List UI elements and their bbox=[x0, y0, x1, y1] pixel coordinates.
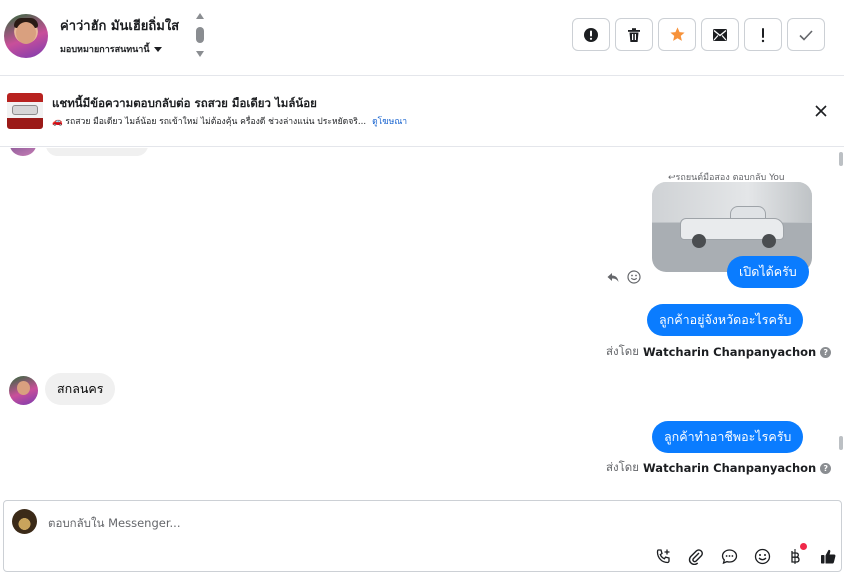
ad-description: 🚗 รถสวย มือเดียว ไมล์น้อย รถเข้าใหม่ ไม่… bbox=[52, 117, 367, 127]
help-icon[interactable]: ? bbox=[820, 462, 832, 474]
sent-by-line: ส่งโดย Watcharin Chanpanyachon ? bbox=[606, 343, 832, 361]
saved-replies-button[interactable] bbox=[718, 545, 740, 567]
smiley-icon[interactable] bbox=[627, 270, 641, 284]
like-button[interactable] bbox=[817, 545, 839, 567]
notification-dot bbox=[800, 543, 807, 550]
assign-conversation-dropdown[interactable]: มอบหมายการสนทนานี้ bbox=[60, 42, 162, 56]
contact-avatar[interactable] bbox=[9, 376, 38, 405]
sender-name: Watcharin Chanpanyachon bbox=[643, 345, 817, 359]
spam-button[interactable] bbox=[572, 18, 610, 51]
scroll-thumb[interactable] bbox=[196, 27, 204, 43]
trash-icon bbox=[628, 27, 640, 42]
outgoing-message[interactable]: ลูกค้าอยู่จังหวัดอะไรครับ bbox=[647, 304, 804, 336]
arrow-up-icon[interactable] bbox=[196, 13, 204, 19]
delete-button[interactable] bbox=[615, 18, 653, 51]
follow-up-button[interactable] bbox=[744, 18, 782, 51]
ad-thumbnail[interactable] bbox=[7, 93, 43, 129]
alert-circle-icon bbox=[584, 27, 598, 42]
help-icon[interactable]: ? bbox=[820, 346, 832, 358]
attach-button[interactable] bbox=[685, 545, 707, 567]
contact-name[interactable]: ค่าว่าฮัก มันเฮียถิ่มใส bbox=[60, 15, 179, 36]
phone-plus-icon bbox=[656, 548, 670, 563]
thumbs-up-icon bbox=[820, 549, 835, 563]
ad-description-row: 🚗 รถสวย มือเดียว ไมล์น้อย รถเข้าใหม่ ไม่… bbox=[52, 114, 407, 128]
smiley-icon bbox=[754, 548, 770, 564]
call-button[interactable] bbox=[652, 545, 674, 567]
emoji-button[interactable] bbox=[751, 545, 773, 567]
mark-done-button[interactable] bbox=[787, 18, 825, 51]
baht-icon bbox=[791, 548, 800, 564]
envelope-icon bbox=[713, 28, 727, 41]
view-ad-link[interactable]: ดูโฆษณา bbox=[372, 114, 407, 128]
incoming-message[interactable]: สกลนคร bbox=[45, 373, 116, 405]
sent-by-line: ส่งโดย Watcharin Chanpanyachon ? bbox=[606, 459, 832, 477]
contact-avatar[interactable] bbox=[4, 14, 48, 58]
paperclip-icon bbox=[688, 548, 703, 565]
star-button[interactable] bbox=[658, 18, 696, 51]
conversation-header: ค่าว่าฮัก มันเฮียถิ่มใส มอบหมายการสนทนาน… bbox=[0, 0, 844, 76]
message-input[interactable]: ตอบกลับใน Messenger... bbox=[48, 515, 180, 533]
thread-scrollbar[interactable] bbox=[838, 148, 844, 498]
reply-icon[interactable] bbox=[606, 270, 620, 284]
sent-by-label: ส่งโดย bbox=[606, 460, 640, 474]
avatar bbox=[10, 148, 36, 156]
reply-composer: ตอบกลับใน Messenger... bbox=[3, 500, 842, 572]
ad-reply-banner: แชทนี้มีข้อความตอบกลับต่อ รถสวย มือเดียว… bbox=[0, 77, 844, 147]
sender-name: Watcharin Chanpanyachon bbox=[643, 461, 817, 475]
star-icon bbox=[669, 27, 685, 41]
ad-title: แชทนี้มีข้อความตอบกลับต่อ รถสวย มือเดียว… bbox=[52, 96, 317, 110]
message-thread[interactable]: ↩รถยนต์มือสอง ตอบกลับ You เปิดได้ครับ ลู… bbox=[0, 148, 844, 498]
conversation-actions bbox=[572, 18, 825, 51]
composer-toolbar bbox=[652, 543, 839, 567]
name-scroll-control[interactable] bbox=[195, 13, 205, 59]
page-avatar bbox=[12, 509, 37, 534]
mark-unread-button[interactable] bbox=[701, 18, 739, 51]
outgoing-message[interactable]: เปิดได้ครับ bbox=[727, 256, 809, 288]
arrow-down-icon[interactable] bbox=[196, 51, 204, 57]
outgoing-message[interactable]: ลูกค้าทำอาชีพอะไรครับ bbox=[652, 421, 804, 453]
payment-button[interactable] bbox=[784, 543, 807, 567]
sent-by-label: ส่งโดย bbox=[606, 344, 640, 358]
incoming-message[interactable] bbox=[46, 148, 148, 156]
assign-label: มอบหมายการสนทนานี้ bbox=[60, 45, 150, 55]
check-icon bbox=[799, 29, 813, 41]
chat-bubble-icon bbox=[721, 548, 737, 564]
chevron-down-icon bbox=[153, 46, 162, 52]
exclamation-icon bbox=[761, 27, 765, 42]
close-icon[interactable] bbox=[813, 103, 829, 119]
